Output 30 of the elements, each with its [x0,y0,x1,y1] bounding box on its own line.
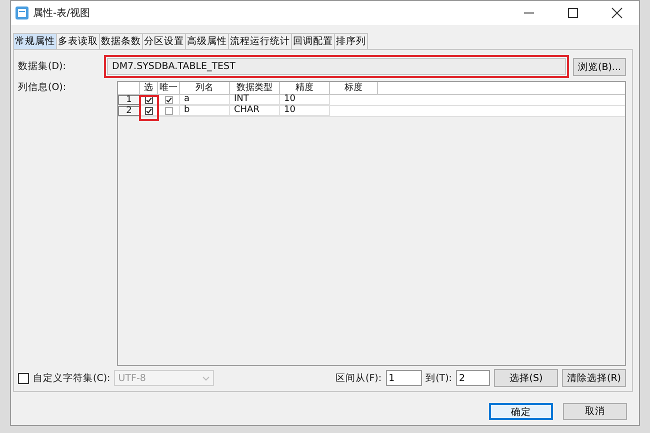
table-cell: 10 [280,95,330,105]
checkbox[interactable] [164,96,172,104]
row-number: 2 [118,106,140,116]
field-label: 到(T): [426,372,452,384]
dataset-field[interactable]: DM7.SYSDBA.TABLE_TEST [107,58,566,75]
window-title: 属性-表/视图 [33,6,90,20]
checkbox[interactable] [144,106,152,114]
table-cell: b [180,106,230,116]
tab[interactable]: 常规属性 [13,33,57,49]
checkbox-label: 自定义字符集(C): [33,372,110,384]
field-label: 数据集(D): [18,60,67,73]
app-icon [15,6,29,20]
dialog-button[interactable]: 取消 [563,403,627,420]
input-field[interactable]: 2 [456,370,490,386]
caret-icon [202,376,210,380]
tab[interactable]: 排序列 [334,33,368,49]
table-cell: INT [230,95,280,105]
clear-selection-button[interactable]: 清除选择(R) [562,369,626,387]
select-button[interactable]: 选择(S) [494,369,558,387]
row-number: 1 [118,95,140,105]
dialog-button[interactable]: 确定 [489,403,553,420]
field-label: 列信息(O): [18,81,68,94]
field-label: 区间从(F): [336,372,382,384]
table-cell: CHAR [230,106,280,116]
browse-button[interactable]: 浏览(B)... [573,58,626,76]
column-header[interactable]: 唯一 [158,82,180,94]
checkbox[interactable] [164,106,172,114]
input-field[interactable]: 1 [386,370,422,386]
table-cell: 10 [280,106,330,116]
table-cell: a [180,95,230,105]
